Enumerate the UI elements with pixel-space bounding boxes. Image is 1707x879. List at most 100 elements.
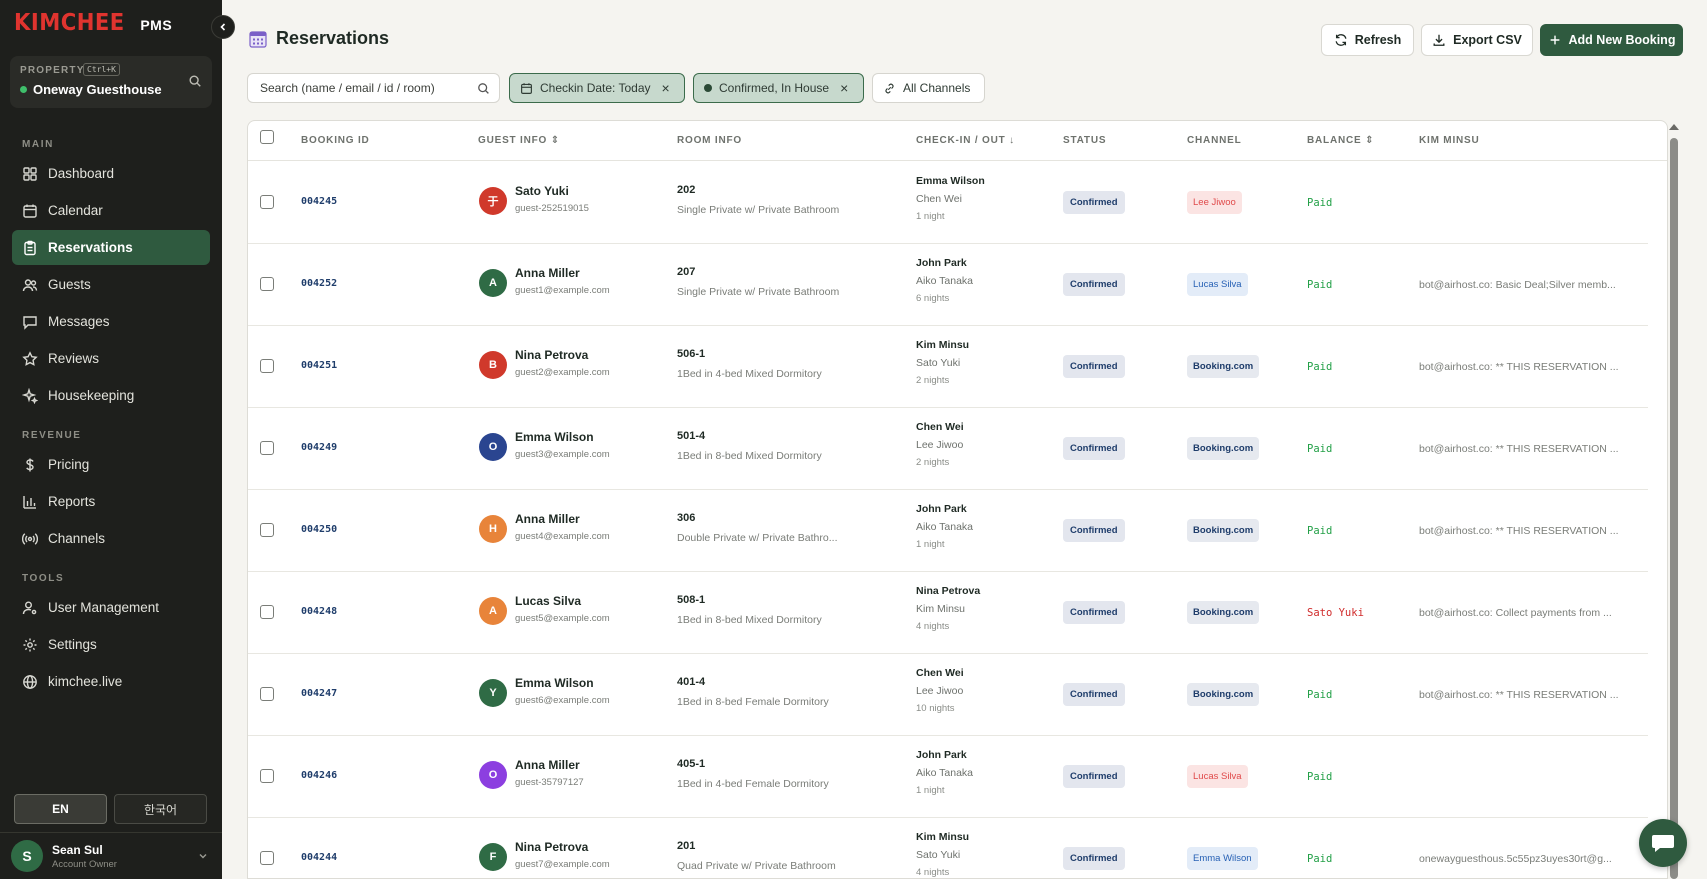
select-all-checkbox[interactable]	[260, 130, 274, 144]
table-row[interactable]: 004251 B Nina Petrova guest2@example.com 506…	[248, 326, 1648, 408]
col-room-info[interactable]: ROOM INFO	[677, 135, 742, 146]
sidebar-item-reservations[interactable]: Reservations	[12, 230, 210, 265]
row-checkbox[interactable]	[260, 851, 274, 865]
refresh-button[interactable]: Refresh	[1321, 24, 1414, 56]
property-selector[interactable]: PROPERTY Ctrl+K Oneway Guesthouse	[10, 56, 212, 108]
download-icon	[1433, 34, 1445, 46]
booking-id-link[interactable]: 004247	[301, 688, 337, 699]
sidebar-collapse-button[interactable]	[211, 15, 235, 39]
room-description: 1Bed in 8-bed Female Dormitory	[677, 696, 829, 708]
col-booking-id[interactable]: BOOKING ID	[301, 135, 370, 146]
sidebar-item-reviews[interactable]: Reviews	[12, 341, 210, 376]
sort-desc-icon: ↓	[1009, 135, 1015, 146]
table-row[interactable]: 004248 A Lucas Silva guest5@example.com 508-…	[248, 572, 1648, 654]
check-in-primary: John Park	[916, 503, 967, 515]
user-menu[interactable]: S Sean Sul Account Owner	[0, 832, 222, 879]
all-channels-filter-chip[interactable]: All Channels	[872, 73, 985, 103]
sidebar-item-settings[interactable]: Settings	[12, 627, 210, 662]
sparkle-icon	[22, 387, 38, 404]
sidebar-item-label: Settings	[48, 637, 97, 652]
booking-id-link[interactable]: 004251	[301, 360, 337, 371]
row-checkbox[interactable]	[260, 441, 274, 455]
guest-name[interactable]: Emma Wilson	[515, 430, 610, 444]
guest-name[interactable]: Emma Wilson	[515, 676, 610, 690]
export-csv-button[interactable]: Export CSV	[1421, 24, 1533, 56]
col-kim-minsu[interactable]: KIM MINSU	[1419, 135, 1480, 146]
booking-id-link[interactable]: 004248	[301, 606, 337, 617]
table-row[interactable]: 004246 O Anna Miller guest-35797127 405-1 1Be…	[248, 736, 1648, 818]
guest-name[interactable]: Nina Petrova	[515, 348, 610, 362]
app-logo[interactable]: KIMCHEE PMS	[14, 10, 172, 36]
col-status[interactable]: STATUS	[1063, 135, 1106, 146]
guest-name[interactable]: Sato Yuki	[515, 184, 589, 198]
status-dot	[704, 84, 712, 92]
guest-email: guest5@example.com	[515, 613, 610, 624]
check-in-out: Chen Wei Lee Jiwoo 10 nights	[916, 667, 964, 714]
guest-info: Nina Petrova guest7@example.com	[515, 840, 610, 870]
sidebar-item-label: Messages	[48, 314, 110, 329]
booking-id-link[interactable]: 004249	[301, 442, 337, 453]
sidebar-item-dashboard[interactable]: Dashboard	[12, 156, 210, 191]
table-row[interactable]: 004250 H Anna Miller guest4@example.com 306 D…	[248, 490, 1648, 572]
booking-id-link[interactable]: 004246	[301, 770, 337, 781]
star-icon	[22, 350, 38, 366]
checkin-date-filter-chip[interactable]: Checkin Date: Today ×	[509, 73, 685, 103]
sidebar-item-channels[interactable]: Channels	[12, 521, 210, 556]
check-in-out: John Park Aiko Tanaka 6 nights	[916, 257, 973, 304]
table-row[interactable]: 004249 O Emma Wilson guest3@example.com 501-…	[248, 408, 1648, 490]
guest-email: guest-35797127	[515, 777, 584, 788]
sidebar-item-user-management[interactable]: User Management	[12, 590, 210, 625]
guest-name[interactable]: Anna Miller	[515, 758, 584, 772]
guest-name[interactable]: Nina Petrova	[515, 840, 610, 854]
booking-id-link[interactable]: 004250	[301, 524, 337, 535]
page-header: Reservations	[249, 28, 389, 49]
col-guest-info[interactable]: GUEST INFO ⇕	[478, 135, 560, 146]
row-checkbox[interactable]	[260, 523, 274, 537]
sidebar-item-calendar[interactable]: Calendar	[12, 193, 210, 228]
row-checkbox[interactable]	[260, 605, 274, 619]
table-row[interactable]: 004252 A Anna Miller guest1@example.com 207 S…	[248, 244, 1648, 326]
chat-button[interactable]	[1639, 819, 1687, 867]
guest-name[interactable]: Anna Miller	[515, 512, 610, 526]
row-checkbox[interactable]	[260, 769, 274, 783]
guest-name[interactable]: Anna Miller	[515, 266, 610, 280]
col-check-in-out[interactable]: CHECK-IN / OUT ↓	[916, 135, 1015, 146]
table-row[interactable]: 004247 Y Emma Wilson guest6@example.com 401-…	[248, 654, 1648, 736]
scrollbar-thumb[interactable]	[1670, 138, 1678, 879]
lang-en-button[interactable]: EN	[14, 794, 107, 824]
table-row[interactable]: 004245 于 Sato Yuki guest-252519015 202 Single…	[248, 162, 1648, 244]
col-channel[interactable]: CHANNEL	[1187, 135, 1242, 146]
close-icon[interactable]: ×	[840, 80, 848, 96]
sidebar-item-messages[interactable]: Messages	[12, 304, 210, 339]
sidebar-item-pricing[interactable]: Pricing	[12, 447, 210, 482]
booking-id-link[interactable]: 004244	[301, 852, 337, 863]
lang-ko-button[interactable]: 한국어	[114, 794, 207, 824]
sidebar-item-kimchee-live[interactable]: kimchee.live	[12, 664, 210, 699]
sidebar-item-reports[interactable]: Reports	[12, 484, 210, 519]
guest-email: guest6@example.com	[515, 695, 610, 706]
row-checkbox[interactable]	[260, 359, 274, 373]
search-input[interactable]	[248, 74, 468, 102]
guest-name[interactable]: Lucas Silva	[515, 594, 610, 608]
close-icon[interactable]: ×	[662, 80, 670, 96]
room-info: 201 Quad Private w/ Private Bathroom	[677, 840, 836, 872]
status-badge: Confirmed	[1063, 519, 1125, 542]
booking-note: onewayguesthous.5c55pz3uyes30rt@g...	[1419, 853, 1612, 865]
scroll-up-arrow[interactable]	[1669, 124, 1679, 130]
row-checkbox[interactable]	[260, 195, 274, 209]
search-icon[interactable]	[477, 82, 490, 95]
sidebar-item-guests[interactable]: Guests	[12, 267, 210, 302]
row-checkbox[interactable]	[260, 277, 274, 291]
table-row[interactable]: 004244 F Nina Petrova guest7@example.com 201…	[248, 818, 1648, 878]
col-balance[interactable]: BALANCE ⇕	[1307, 135, 1374, 146]
sidebar-item-housekeeping[interactable]: Housekeeping	[12, 378, 210, 413]
booking-id-link[interactable]: 004245	[301, 196, 337, 207]
guest-avatar: A	[479, 597, 507, 625]
search-icon[interactable]	[188, 74, 202, 88]
row-checkbox[interactable]	[260, 687, 274, 701]
room-description: Single Private w/ Private Bathroom	[677, 204, 840, 216]
add-new-booking-button[interactable]: Add New Booking	[1540, 24, 1683, 56]
status-filter-chip[interactable]: Confirmed, In House ×	[693, 73, 864, 103]
booking-id-link[interactable]: 004252	[301, 278, 337, 289]
room-number: 508-1	[677, 594, 706, 606]
